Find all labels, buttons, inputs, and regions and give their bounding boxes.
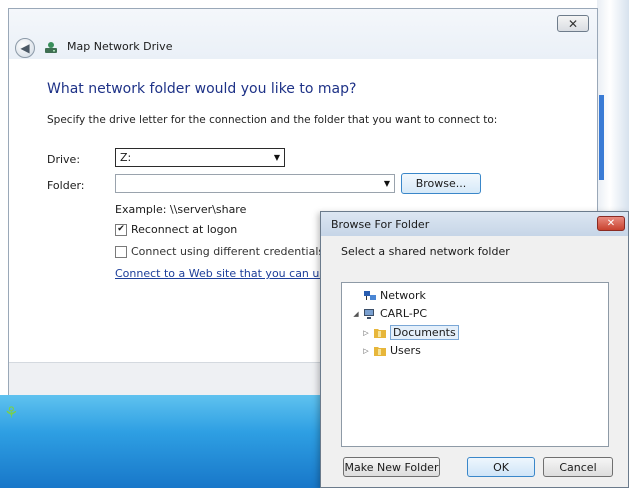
- tree-item-label: Documents: [390, 325, 459, 340]
- browse-button[interactable]: Browse...: [401, 173, 481, 194]
- folder-label: Folder:: [47, 179, 85, 192]
- close-button[interactable]: ✕: [557, 15, 589, 32]
- page-heading: What network folder would you like to ma…: [47, 81, 357, 97]
- cancel-button[interactable]: Cancel: [543, 457, 613, 477]
- credentials-label: Connect using different credentials: [131, 245, 325, 258]
- close-icon: ✕: [606, 218, 616, 229]
- folder-icon: [373, 327, 387, 339]
- example-text: Example: \\server\share: [115, 203, 247, 216]
- back-button[interactable]: ◀: [15, 38, 35, 58]
- browse-description: Select a shared network folder: [341, 245, 510, 258]
- tree-item-label: Network: [380, 289, 426, 302]
- reconnect-option[interactable]: ✔ Reconnect at logon: [115, 223, 237, 236]
- tree-item-network[interactable]: Network: [352, 289, 426, 302]
- close-icon: ✕: [567, 16, 579, 31]
- back-arrow-icon: ◀: [20, 41, 30, 55]
- tree-expander[interactable]: ▷: [362, 347, 370, 355]
- tree-item-documents[interactable]: ▷ Documents: [362, 325, 459, 340]
- tree-item-users[interactable]: ▷ Users: [362, 344, 421, 357]
- make-new-folder-button[interactable]: Make New Folder: [343, 457, 440, 477]
- chevron-down-icon[interactable]: ▼: [384, 175, 390, 192]
- network-drive-icon: [43, 40, 59, 56]
- network-icon: [363, 290, 377, 302]
- tree-expander[interactable]: ▷: [362, 329, 370, 337]
- folder-input[interactable]: ▼: [115, 174, 395, 193]
- instructions-text: Specify the drive letter for the connect…: [47, 114, 498, 126]
- drive-value: Z:: [120, 151, 132, 164]
- dialog-title: Map Network Drive: [67, 40, 173, 53]
- reconnect-label: Reconnect at logon: [131, 223, 238, 236]
- background-scroll-accent: [599, 95, 604, 180]
- credentials-checkbox[interactable]: [115, 245, 127, 258]
- tree-expander[interactable]: ◢: [352, 310, 360, 318]
- browse-close-button[interactable]: ✕: [597, 216, 625, 231]
- ok-button[interactable]: OK: [467, 457, 535, 477]
- website-link[interactable]: Connect to a Web site that you can use t…: [115, 267, 346, 280]
- browse-for-folder-dialog: Browse For Folder ✕ Select a shared netw…: [320, 211, 629, 488]
- reconnect-checkbox[interactable]: ✔: [115, 223, 127, 236]
- dialog-titlebar: ✕ ◀ Map Network Drive: [9, 9, 597, 59]
- folder-icon: [373, 345, 387, 357]
- drive-select[interactable]: Z: ▼: [115, 148, 285, 167]
- computer-icon: [363, 308, 377, 320]
- tree-item-label: CARL-PC: [380, 307, 428, 320]
- drive-label: Drive:: [47, 153, 81, 166]
- tree-item-carl-pc[interactable]: ◢ CARL-PC: [352, 307, 427, 320]
- credentials-option[interactable]: Connect using different credentials: [115, 245, 324, 258]
- chevron-down-icon: ▼: [273, 153, 280, 162]
- desktop-plant-icon: ⚘: [4, 403, 19, 422]
- browse-title: Browse For Folder: [331, 218, 430, 231]
- folder-tree[interactable]: Network ◢ CARL-PC ▷ Documents ▷ Users: [341, 282, 609, 447]
- browse-titlebar: Browse For Folder ✕: [321, 212, 628, 236]
- tree-item-label: Users: [390, 344, 421, 357]
